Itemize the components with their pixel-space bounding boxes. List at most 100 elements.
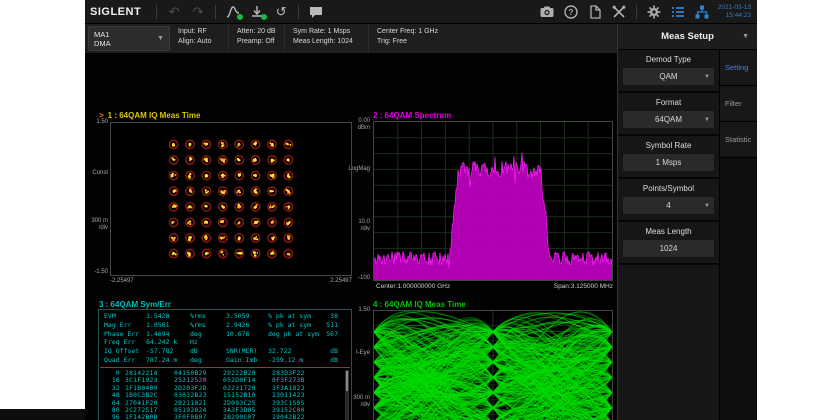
axis-label: 0.00 <box>337 118 370 125</box>
tab-setting[interactable]: Setting <box>720 50 757 86</box>
status-badge <box>237 14 243 20</box>
metric-cell: Gain Imb <box>226 356 268 365</box>
channel-selector[interactable]: MA1 DMA ▼ <box>88 26 170 51</box>
hex-group: 2B290C07 <box>223 414 272 420</box>
tab-statistic[interactable]: Statistic <box>720 122 757 158</box>
file-icon[interactable] <box>583 2 607 22</box>
metric-row: Mag Err1.0581%rms2.9426% pk at sym511 <box>104 321 348 330</box>
metric-cell: Mag Err <box>104 321 146 330</box>
sidebar-menu: Demod Type QAM ▼ Format 64QAM ▼ <box>618 50 720 420</box>
hex-group: 283D3F22 <box>272 370 321 377</box>
status-badge <box>261 14 267 20</box>
metric-cell: Quad Err <box>104 356 146 365</box>
axis-label: -2.25497 <box>110 278 134 285</box>
hex-group: 393C1505 <box>272 400 321 407</box>
redo-icon[interactable]: ↷ <box>186 2 210 22</box>
symbol-hex-table: 02814221404150B2920222B20283D3F22163C1F1… <box>101 370 341 420</box>
hex-group: 39152C00 <box>272 407 321 414</box>
hex-row: 163C1F192325212520052D0F140F3F273B <box>101 377 341 384</box>
sidebar-tabs: Setting Filter Statistic <box>720 50 757 420</box>
constellation-plot[interactable] <box>110 122 352 276</box>
span-label: Span:3.125000 MHz <box>513 283 613 290</box>
network-icon[interactable] <box>690 2 714 22</box>
metric-cell: 32.722 <box>268 347 326 356</box>
hex-row: 961F142B0D3F0F0B072B290C0719042B22 <box>101 414 341 420</box>
menu-item-points-symbol: Points/Symbol 4 ▼ <box>618 179 719 222</box>
metrics-table: EVM1.5428%rms3.5059% pk at sym38Mag Err1… <box>104 312 348 365</box>
date-text: 2021-03-13 <box>718 4 751 11</box>
metric-cell: % pk at sym <box>268 321 326 330</box>
meas-length-field[interactable]: 1024 <box>623 240 714 257</box>
axis-label: /div <box>337 226 370 233</box>
metric-cell: 3.5059 <box>226 312 268 321</box>
metric-cell: deg pk at sym <box>268 330 326 339</box>
toolbar-divider <box>298 5 299 19</box>
metric-cell <box>326 338 348 347</box>
metric-cell: 1.4694 <box>146 330 190 339</box>
preset-load-icon[interactable] <box>245 2 269 22</box>
metric-row: EVM1.5428%rms3.5059% pk at sym38 <box>104 312 348 321</box>
camera-icon[interactable] <box>535 2 559 22</box>
menu-item-meas-length: Meas Length 1024 <box>618 222 719 265</box>
hex-group: 20222B20 <box>223 370 272 377</box>
hex-group: 3F3A1823 <box>272 385 321 392</box>
help-icon[interactable]: ? <box>559 2 583 22</box>
undo-icon[interactable]: ↶ <box>162 2 186 22</box>
metric-row: Quad Err787.24 mdegGain Imb-259.12 mdB <box>104 356 348 365</box>
symerr-title: 3 : 64QAM Sym/Err <box>99 300 171 309</box>
settings-gear-icon[interactable] <box>642 2 666 22</box>
axis-label: 300 m <box>337 395 370 402</box>
chevron-down-icon: ▼ <box>742 33 749 40</box>
hex-group: 05192024 <box>174 407 223 414</box>
demod-type-select[interactable]: QAM ▼ <box>623 68 714 85</box>
points-symbol-select[interactable]: 4 ▼ <box>623 197 714 214</box>
sidebar-header[interactable]: Meas Setup ▼ <box>618 24 757 50</box>
hex-row-index: 0 <box>101 370 125 377</box>
time-text: 15:44:23 <box>726 12 751 19</box>
tab-filter[interactable]: Filter <box>720 86 757 122</box>
svg-text:?: ? <box>568 8 573 17</box>
menu-list-icon[interactable] <box>666 2 690 22</box>
message-icon[interactable] <box>304 2 328 22</box>
symbol-rate-field[interactable]: 1 Msps <box>623 154 714 171</box>
hex-group: 1F1B0409 <box>125 385 174 392</box>
status-cell-atten: Atten: 20 dBPreamp: Off <box>228 24 284 53</box>
hex-group: 0F3F273B <box>272 377 321 384</box>
corner-strip <box>0 409 86 420</box>
metric-cell: 567 <box>326 330 348 339</box>
hex-group: 28142214 <box>125 370 174 377</box>
hex-group: 02231720 <box>223 385 272 392</box>
status-cell-symrate: Sym Rate: 1 MspsMeas Length: 1024 <box>284 24 368 53</box>
metric-cell: 10.676 <box>226 330 268 339</box>
hex-row-index: 64 <box>101 400 125 407</box>
hex-row-index: 80 <box>101 407 125 414</box>
metric-cell <box>226 338 268 347</box>
metric-cell: Phase Err <box>104 330 146 339</box>
hex-row: 321F1B04092D203F2D022317203F3A1823 <box>101 385 341 392</box>
toolbar-divider <box>156 5 157 19</box>
table-separator <box>100 367 350 368</box>
tools-icon[interactable] <box>607 2 631 22</box>
datetime: 2021-03-13 15:44:23 <box>718 4 751 19</box>
statusbar: MA1 DMA ▼ Input: RFAlign: Auto Atten: 20… <box>85 24 617 54</box>
history-icon[interactable]: ↺ <box>269 2 293 22</box>
hex-group: 3C1F1923 <box>125 377 174 384</box>
status-cell-input: Input: RFAlign: Auto <box>170 24 228 53</box>
scrollbar-thumb[interactable] <box>346 371 348 391</box>
center-freq-label: Center:1.000000000 GHz <box>376 283 450 290</box>
toolbar: SIGLENT ↶ ↷ ↺ ? <box>85 0 757 24</box>
hex-row: 02814221404150B2920222B20283D3F22 <box>101 370 341 377</box>
menu-item-demod-type: Demod Type QAM ▼ <box>618 50 719 93</box>
eye-plot[interactable] <box>373 310 613 420</box>
status-cell-centerfreq: Center Freq: 1 GHzTrig: Free <box>368 24 458 53</box>
hex-group: 15152B10 <box>223 392 272 399</box>
axis-label: -100 <box>337 275 370 282</box>
format-select[interactable]: 64QAM ▼ <box>623 111 714 128</box>
metric-cell: Hz <box>190 338 226 347</box>
spectrum-plot[interactable] <box>373 121 613 281</box>
axis-label: /div <box>75 225 108 232</box>
peak-search-icon[interactable] <box>221 2 245 22</box>
symerr-panel[interactable]: EVM1.5428%rms3.5059% pk at sym38Mag Err1… <box>98 309 352 420</box>
hex-row-index: 32 <box>101 385 125 392</box>
axis-label: dBm <box>337 125 370 132</box>
